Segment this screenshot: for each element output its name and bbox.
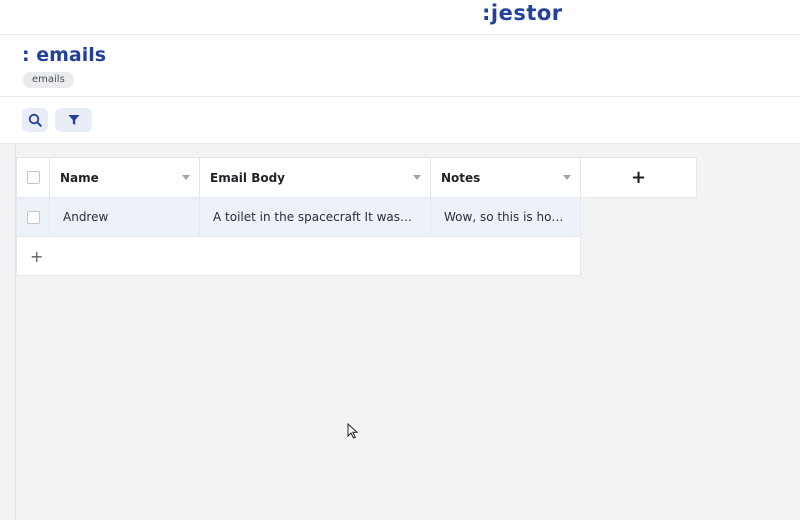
add-row-button[interactable]: + [16, 237, 581, 276]
cell-text: Andrew [63, 210, 109, 224]
column-header-label: Notes [441, 170, 481, 185]
top-bar: :jestor [0, 0, 800, 35]
column-header-label: Name [60, 170, 99, 185]
page-title: : emails [22, 44, 107, 66]
left-panel-edge [0, 144, 16, 520]
plus-icon: + [30, 247, 44, 266]
filter-icon [68, 115, 79, 125]
table-tag[interactable]: emails [23, 72, 74, 88]
search-icon [28, 113, 42, 127]
add-column-button[interactable]: + [581, 157, 697, 198]
search-button[interactable] [22, 108, 48, 132]
select-all-cell [16, 157, 50, 198]
cell-name[interactable]: Andrew [50, 198, 200, 237]
plus-icon: + [630, 167, 647, 188]
caret-down-icon[interactable] [413, 175, 421, 180]
app-logo[interactable]: :jestor [482, 1, 563, 25]
filter-button[interactable] [55, 108, 92, 132]
cell-text: A toilet in the spacecraft It was ann... [213, 210, 413, 224]
cell-email-body[interactable]: A toilet in the spacecraft It was ann... [200, 198, 431, 237]
table-row[interactable]: Andrew A toilet in the spacecraft It was… [16, 198, 581, 237]
table-area: Name Email Body Notes + Andrew A toilet … [0, 144, 800, 520]
title-area: : emails emails [0, 35, 800, 97]
column-header-email-body[interactable]: Email Body [200, 157, 431, 198]
cell-text: Wow, so this is how it... [444, 210, 569, 224]
toolbar [0, 97, 800, 144]
column-header-label: Email Body [210, 170, 286, 185]
cell-notes[interactable]: Wow, so this is how it... [431, 198, 581, 237]
row-checkbox[interactable] [26, 210, 40, 224]
row-select-cell [16, 198, 50, 237]
select-all-checkbox[interactable] [26, 171, 40, 184]
caret-down-icon[interactable] [182, 175, 190, 180]
caret-down-icon[interactable] [563, 175, 571, 180]
column-header-notes[interactable]: Notes [431, 157, 581, 198]
column-header-name[interactable]: Name [50, 157, 200, 198]
header-row: Name Email Body Notes + [16, 157, 697, 198]
mouse-pointer-icon [347, 423, 359, 439]
